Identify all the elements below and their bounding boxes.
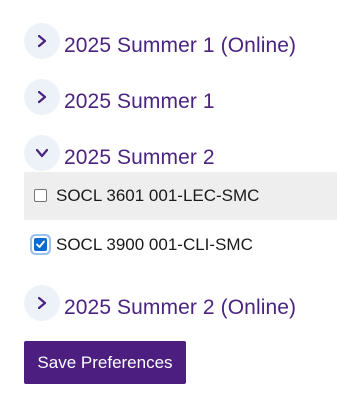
chevron-right-icon — [37, 34, 47, 48]
chevron-down-icon — [35, 148, 49, 158]
term-summer-2-online[interactable]: 2025 Summer 2 (Online) — [24, 285, 337, 325]
course-checkbox[interactable] — [34, 189, 47, 202]
checkmark-icon — [36, 240, 45, 248]
expand-toggle[interactable] — [24, 285, 60, 321]
course-checkbox[interactable] — [34, 238, 47, 251]
collapse-toggle[interactable] — [24, 135, 60, 171]
expand-toggle[interactable] — [24, 23, 60, 59]
save-preferences-button[interactable]: Save Preferences — [24, 341, 186, 384]
chevron-right-icon — [37, 296, 47, 310]
term-label[interactable]: 2025 Summer 2 — [64, 145, 215, 171]
preferences-panel: 2025 Summer 1 (Online) 2025 Summer 1 202… — [0, 0, 337, 399]
expand-toggle[interactable] — [24, 79, 60, 115]
term-summer-2[interactable]: 2025 Summer 2 — [24, 135, 337, 175]
term-summer-1[interactable]: 2025 Summer 1 — [24, 79, 337, 119]
term-label[interactable]: 2025 Summer 1 (Online) — [64, 33, 296, 59]
term-label[interactable]: 2025 Summer 2 (Online) — [64, 295, 296, 321]
chevron-right-icon — [37, 90, 47, 104]
term-summer-1-online[interactable]: 2025 Summer 1 (Online) — [24, 23, 337, 63]
course-row-socl-3601[interactable]: SOCL 3601 001-LEC-SMC — [24, 172, 337, 220]
term-label[interactable]: 2025 Summer 1 — [64, 89, 215, 115]
course-label[interactable]: SOCL 3900 001-CLI-SMC — [56, 235, 253, 255]
course-row-socl-3900[interactable]: SOCL 3900 001-CLI-SMC — [24, 221, 337, 269]
course-label[interactable]: SOCL 3601 001-LEC-SMC — [56, 186, 259, 206]
